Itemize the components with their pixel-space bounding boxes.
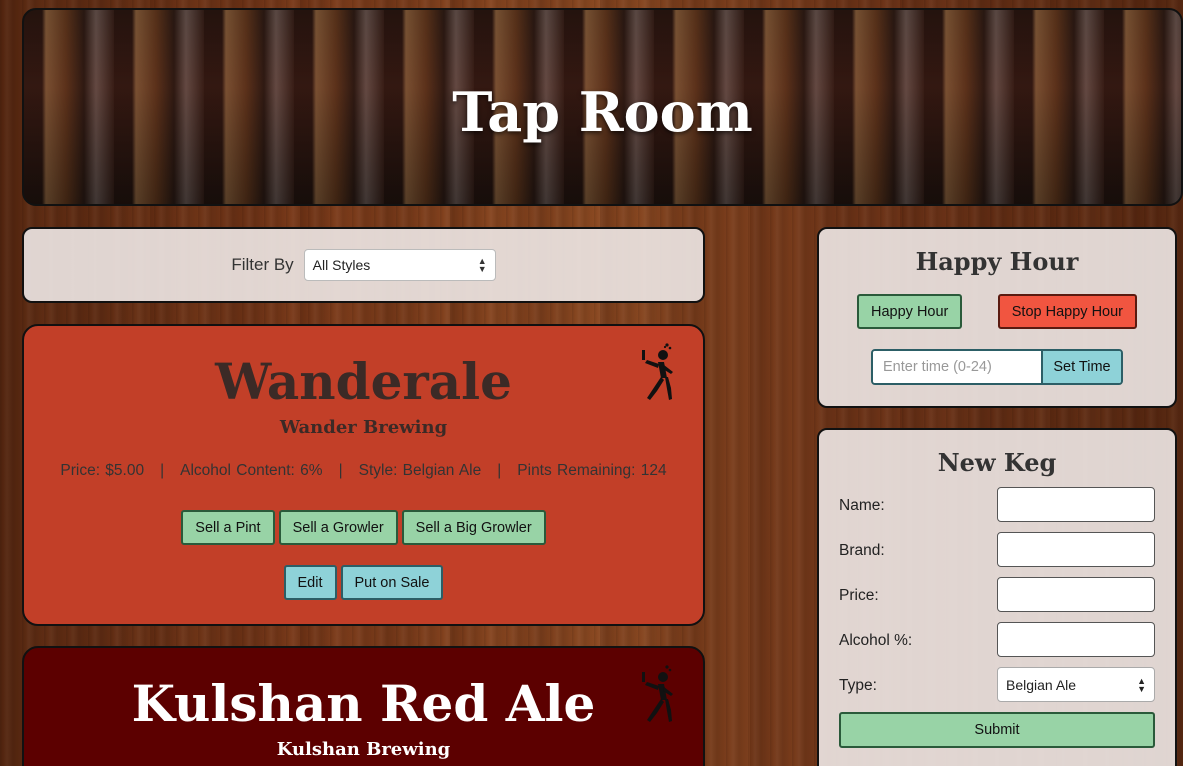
separator: | <box>497 462 502 479</box>
filter-panel: Filter By All Styles ▲ ▼ <box>22 227 705 303</box>
alcohol-field[interactable] <box>997 622 1155 657</box>
name-label: Name: <box>839 497 885 514</box>
keg-price: Price: $5.00 <box>60 462 145 479</box>
keg-card: Wanderale Wander Brewing Price: $5.00 | Al… <box>22 324 705 626</box>
filter-select-value: All Styles <box>312 257 371 273</box>
drunk-person-icon <box>642 343 673 400</box>
keg-details: Price: $5.00 | Alcohol Content: 6% | Style: … <box>24 462 703 480</box>
form-row-name: Name: <box>839 487 1155 532</box>
name-field[interactable] <box>997 487 1155 522</box>
price-field[interactable] <box>997 577 1155 612</box>
form-row-alcohol: Alcohol %: <box>839 622 1155 667</box>
happy-hour-panel: Happy Hour Happy Hour Stop Happy Hour En… <box>817 227 1177 408</box>
time-input[interactable]: Enter time (0-24) <box>873 351 1041 383</box>
edit-button[interactable]: Edit <box>283 565 337 600</box>
drunk-person-icon <box>642 665 673 722</box>
time-input-group: Enter time (0-24) Set Time <box>871 349 1123 385</box>
alcohol-label: Alcohol %: <box>839 632 913 649</box>
keg-alcohol: Alcohol Content: 6% <box>180 462 323 479</box>
form-row-type: Type: Belgian Ale ▲ ▼ <box>839 667 1155 712</box>
filter-select[interactable]: All Styles ▲ ▼ <box>303 249 496 281</box>
keg-brand: Wander Brewing <box>279 417 448 438</box>
keg-brand: Kulshan Brewing <box>276 739 451 760</box>
keg-name: Kulshan Red Ale <box>131 674 596 733</box>
stop-happy-hour-button[interactable]: Stop Happy Hour <box>997 294 1137 329</box>
sell-growler-button[interactable]: Sell a Growler <box>278 510 398 545</box>
sell-pint-button[interactable]: Sell a Pint <box>181 510 275 545</box>
select-arrows-icon: ▲ ▼ <box>477 256 487 274</box>
sell-big-growler-button[interactable]: Sell a Big Growler <box>401 510 546 545</box>
edit-buttons: Edit Put on Sale <box>24 565 703 600</box>
select-arrows-icon: ▲ ▼ <box>1137 675 1146 694</box>
price-label: Price: <box>839 587 879 604</box>
new-keg-title: New Keg <box>937 448 1057 477</box>
form-row-brand: Brand: <box>839 532 1155 577</box>
happy-hour-buttons: Happy Hour Stop Happy Hour <box>857 294 1137 329</box>
keg-pints-remaining: Pints Remaining: 124 <box>517 462 667 479</box>
brand-field[interactable] <box>997 532 1155 567</box>
happy-hour-button[interactable]: Happy Hour <box>857 294 963 329</box>
set-time-button[interactable]: Set Time <box>1041 351 1121 383</box>
submit-button[interactable]: Submit <box>839 712 1155 748</box>
new-keg-form: Name: Brand: Price: Alcohol %: Type: Bel… <box>819 487 1175 712</box>
filter-label: Filter By <box>231 255 294 274</box>
header-banner: Tap Room <box>22 8 1183 206</box>
separator: | <box>160 462 165 479</box>
type-select-value: Belgian Ale <box>1006 676 1077 693</box>
put-on-sale-button[interactable]: Put on Sale <box>340 565 444 600</box>
happy-hour-title: Happy Hour <box>915 247 1079 276</box>
form-row-price: Price: <box>839 577 1155 622</box>
page-title: Tap Room <box>452 80 753 144</box>
keg-name: Wanderale <box>215 352 512 411</box>
keg-style: Style: Belgian Ale <box>358 462 482 479</box>
keg-card: Kulshan Red Ale Kulshan Brewing <box>22 646 705 766</box>
new-keg-panel: New Keg Name: Brand: Price: Alcohol %: T… <box>817 428 1177 766</box>
type-label: Type: <box>839 677 877 694</box>
sell-buttons: Sell a Pint Sell a Growler Sell a Big Gr… <box>24 510 703 545</box>
type-select[interactable]: Belgian Ale ▲ ▼ <box>997 667 1155 702</box>
brand-label: Brand: <box>839 542 885 559</box>
separator: | <box>338 462 343 479</box>
